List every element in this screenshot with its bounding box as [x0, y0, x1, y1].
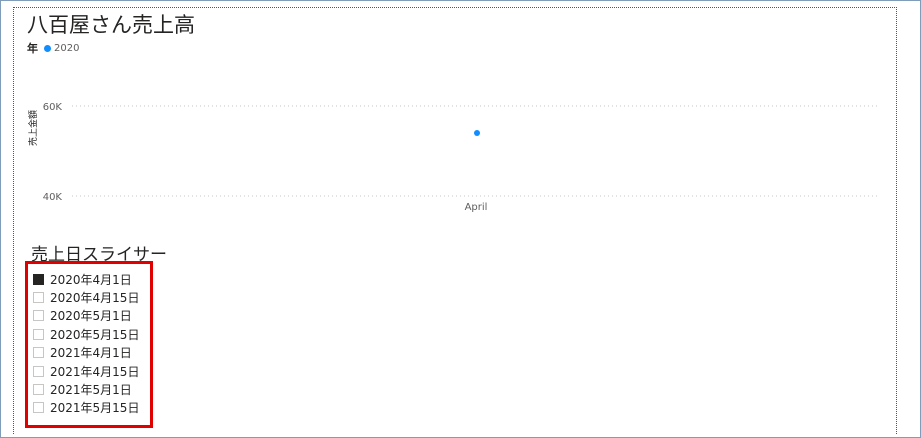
checkbox-unchecked-icon[interactable] — [33, 384, 44, 396]
data-point — [474, 130, 480, 136]
slicer-item[interactable]: 2020年4月15日 — [33, 288, 139, 306]
checkbox-checked-icon[interactable] — [33, 273, 44, 285]
checkbox-unchecked-icon[interactable] — [33, 310, 44, 322]
slicer-item-label: 2020年4月15日 — [50, 291, 140, 306]
slicer-item[interactable]: 2021年5月15日 — [33, 399, 139, 417]
checkbox-unchecked-icon[interactable] — [33, 328, 44, 340]
slicer-list: 2020年4月1日 2020年4月15日 2020年5月1日 2020年5月15日 20… — [33, 270, 139, 417]
x-tick-label: April — [465, 202, 488, 213]
y-tick-label: 60K — [43, 102, 63, 113]
y-tick-label: 40K — [43, 192, 63, 203]
slicer-item[interactable]: 2021年4月15日 — [33, 362, 139, 380]
slicer-item-label: 2021年4月15日 — [50, 364, 140, 379]
checkbox-unchecked-icon[interactable] — [33, 402, 44, 414]
checkbox-unchecked-icon[interactable] — [33, 365, 44, 377]
slicer-item-label: 2020年5月15日 — [50, 327, 140, 342]
slicer-item[interactable]: 2021年4月1日 — [33, 344, 139, 362]
slicer-item-label: 2020年5月1日 — [50, 309, 132, 324]
slicer-item-label: 2021年4月1日 — [50, 346, 132, 361]
plot-layer: 60K 40K 売上金額 April — [27, 102, 880, 213]
slicer-item-label: 2021年5月15日 — [50, 401, 140, 416]
slicer-item[interactable]: 2020年4月1日 — [33, 270, 139, 288]
checkbox-unchecked-icon[interactable] — [33, 292, 44, 304]
checkbox-unchecked-icon[interactable] — [33, 347, 44, 359]
slicer-item-label: 2021年5月1日 — [50, 383, 132, 398]
slicer-item[interactable]: 2021年5月1日 — [33, 380, 139, 398]
y-axis-label: 売上金額 — [27, 110, 39, 146]
slicer-item-label: 2020年4月1日 — [50, 272, 132, 287]
date-slicer: 2020年4月1日 2020年4月15日 2020年5月1日 2020年5月15日 20… — [25, 261, 153, 428]
chart-plot: 60K 40K 売上金額 April — [27, 102, 880, 213]
slicer-item[interactable]: 2020年5月1日 — [33, 307, 139, 325]
slicer-item[interactable]: 2020年5月15日 — [33, 325, 139, 343]
